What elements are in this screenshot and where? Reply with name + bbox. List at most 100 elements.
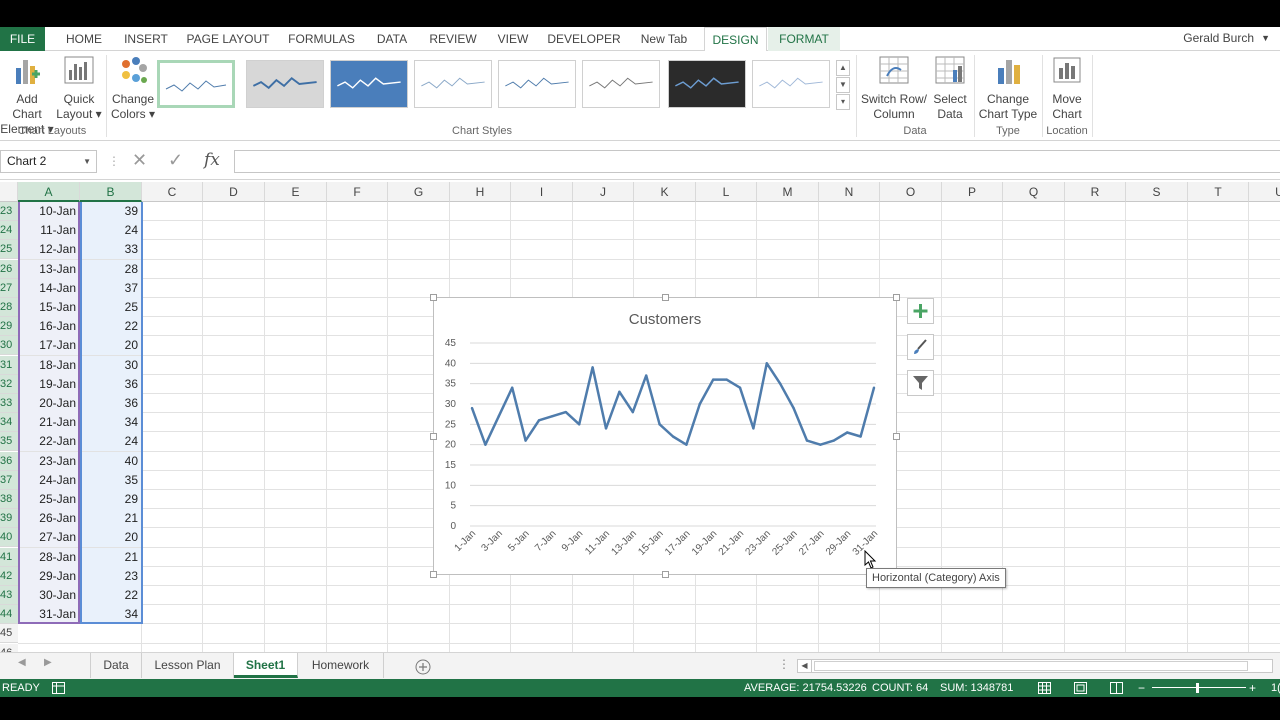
data-point[interactable] bbox=[872, 386, 876, 389]
sheet-scroll-right-icon[interactable]: ▶ bbox=[44, 657, 52, 668]
data-point[interactable] bbox=[484, 443, 487, 446]
switch-row-column-button[interactable]: Switch Row/ Column bbox=[859, 56, 929, 122]
column-header-h[interactable]: H bbox=[450, 182, 511, 202]
cell-customers[interactable]: 24 bbox=[80, 221, 142, 241]
data-point[interactable] bbox=[846, 431, 849, 434]
column-header-f[interactable]: F bbox=[327, 182, 388, 202]
row-header[interactable]: 44 bbox=[0, 605, 18, 625]
macro-record-icon[interactable] bbox=[52, 682, 65, 694]
cell-customers[interactable]: 35 bbox=[80, 470, 142, 490]
cell-date[interactable]: 28-Jan bbox=[18, 547, 80, 567]
column-header-u[interactable]: U bbox=[1249, 182, 1280, 202]
row-header[interactable]: 26 bbox=[0, 259, 18, 279]
move-chart-button[interactable]: Move Chart bbox=[1044, 56, 1090, 122]
cell-date[interactable]: 10-Jan bbox=[18, 202, 80, 221]
row-header[interactable]: 42 bbox=[0, 566, 18, 586]
chart-plot-area[interactable]: 0 5 10 15 20 25 30 35 40 45 1-Jan 3-Jan 5-Jan 7-Jan 9-… bbox=[434, 298, 896, 574]
column-header-m[interactable]: M bbox=[757, 182, 819, 202]
row-header[interactable]: 33 bbox=[0, 394, 18, 413]
change-chart-type-button[interactable]: Change Chart Type bbox=[976, 56, 1040, 122]
column-header-o[interactable]: O bbox=[880, 182, 942, 202]
data-point[interactable] bbox=[779, 382, 782, 385]
tab-design[interactable]: DESIGN bbox=[704, 27, 767, 52]
cell-date[interactable]: 11-Jan bbox=[18, 221, 80, 241]
user-name[interactable]: Gerald Burch bbox=[1183, 27, 1254, 49]
column-header-e[interactable]: E bbox=[265, 182, 327, 202]
tab-page-layout[interactable]: PAGE LAYOUT bbox=[183, 27, 273, 51]
zoom-slider[interactable] bbox=[1152, 687, 1246, 688]
column-header-s[interactable]: S bbox=[1126, 182, 1188, 202]
cell-date[interactable]: 26-Jan bbox=[18, 509, 80, 529]
row-header[interactable]: 36 bbox=[0, 451, 18, 471]
column-header-q[interactable]: Q bbox=[1003, 182, 1065, 202]
cell-date[interactable]: 23-Jan bbox=[18, 451, 80, 471]
chart-style-6[interactable] bbox=[582, 60, 660, 108]
row-header[interactable]: 24 bbox=[0, 221, 18, 241]
name-box-caret-icon[interactable]: ▼ bbox=[83, 151, 91, 172]
cell-date[interactable]: 30-Jan bbox=[18, 586, 80, 605]
tab-formulas[interactable]: FORMULAS bbox=[284, 27, 359, 51]
cell-date[interactable]: 25-Jan bbox=[18, 490, 80, 509]
tab-developer[interactable]: DEVELOPER bbox=[545, 27, 623, 51]
zoom-slider-thumb[interactable] bbox=[1196, 683, 1199, 693]
data-point[interactable] bbox=[497, 415, 500, 418]
horizontal-scrollbar[interactable]: ◀ bbox=[797, 659, 1273, 673]
tab-file[interactable]: FILE bbox=[0, 27, 45, 51]
data-point[interactable] bbox=[658, 423, 661, 426]
data-point[interactable] bbox=[618, 390, 621, 393]
data-point[interactable] bbox=[685, 443, 688, 446]
formula-input[interactable] bbox=[234, 150, 1280, 173]
normal-view-icon[interactable] bbox=[1038, 682, 1051, 694]
cell-date[interactable]: 21-Jan bbox=[18, 413, 80, 433]
row-header[interactable]: 28 bbox=[0, 298, 18, 317]
cell-customers[interactable]: 34 bbox=[80, 605, 142, 625]
sheet-tab-homework[interactable]: Homework bbox=[298, 653, 384, 678]
user-menu-caret-icon[interactable]: ▼ bbox=[1261, 27, 1270, 49]
cell-customers[interactable]: 23 bbox=[80, 566, 142, 586]
chart-style-4[interactable] bbox=[414, 60, 492, 108]
enter-icon[interactable]: ✓ bbox=[168, 150, 183, 171]
cell-date[interactable]: 15-Jan bbox=[18, 298, 80, 317]
cell-customers[interactable]: 37 bbox=[80, 278, 142, 298]
cell-date[interactable]: 12-Jan bbox=[18, 240, 80, 260]
data-point[interactable] bbox=[564, 410, 567, 414]
select-data-button[interactable]: Select Data bbox=[929, 56, 971, 122]
cell-customers[interactable]: 25 bbox=[80, 298, 142, 317]
cell-customers[interactable]: 20 bbox=[80, 336, 142, 356]
cell-date[interactable]: 31-Jan bbox=[18, 605, 80, 625]
sheet-tab-data[interactable]: Data bbox=[90, 653, 142, 678]
chart-style-3[interactable] bbox=[330, 60, 408, 108]
column-header-r[interactable]: R bbox=[1065, 182, 1126, 202]
column-header-i[interactable]: I bbox=[511, 182, 573, 202]
row-header[interactable]: 46 bbox=[0, 643, 18, 652]
sheet-scroll-left-icon[interactable]: ◀ bbox=[18, 657, 26, 668]
sheet-tab-sheet1[interactable]: Sheet1 bbox=[234, 653, 298, 678]
cell-customers[interactable]: 21 bbox=[80, 547, 142, 567]
chart-styles-button[interactable] bbox=[907, 334, 934, 360]
cell-customers[interactable]: 30 bbox=[80, 355, 142, 375]
row-header[interactable]: 45 bbox=[0, 624, 18, 644]
data-point[interactable] bbox=[537, 419, 541, 422]
cell-date[interactable]: 16-Jan bbox=[18, 317, 80, 337]
tab-format[interactable]: FORMAT bbox=[768, 27, 840, 51]
column-header-a[interactable]: A bbox=[18, 182, 80, 202]
cell-customers[interactable]: 28 bbox=[80, 259, 142, 279]
chart-filters-button[interactable] bbox=[907, 370, 934, 396]
quick-layout-button[interactable]: Quick Layout ▾ bbox=[56, 56, 102, 122]
cell-customers[interactable]: 21 bbox=[80, 509, 142, 529]
gallery-more-icon[interactable]: ▾ bbox=[836, 94, 850, 110]
cell-customers[interactable]: 36 bbox=[80, 394, 142, 413]
row-header[interactable]: 30 bbox=[0, 336, 18, 356]
change-colors-button[interactable]: Change Colors ▾ bbox=[110, 56, 156, 122]
chart-style-2[interactable] bbox=[246, 60, 324, 108]
cell-customers[interactable]: 40 bbox=[80, 451, 142, 471]
row-header[interactable]: 25 bbox=[0, 240, 18, 260]
cell-date[interactable]: 22-Jan bbox=[18, 432, 80, 452]
data-point[interactable] bbox=[645, 374, 648, 377]
data-point[interactable] bbox=[792, 406, 795, 410]
tab-insert[interactable]: INSERT bbox=[118, 27, 174, 51]
cell-date[interactable]: 17-Jan bbox=[18, 336, 80, 356]
select-all-corner[interactable] bbox=[0, 182, 18, 202]
row-header[interactable]: 40 bbox=[0, 528, 18, 548]
cell-customers[interactable]: 22 bbox=[80, 317, 142, 337]
